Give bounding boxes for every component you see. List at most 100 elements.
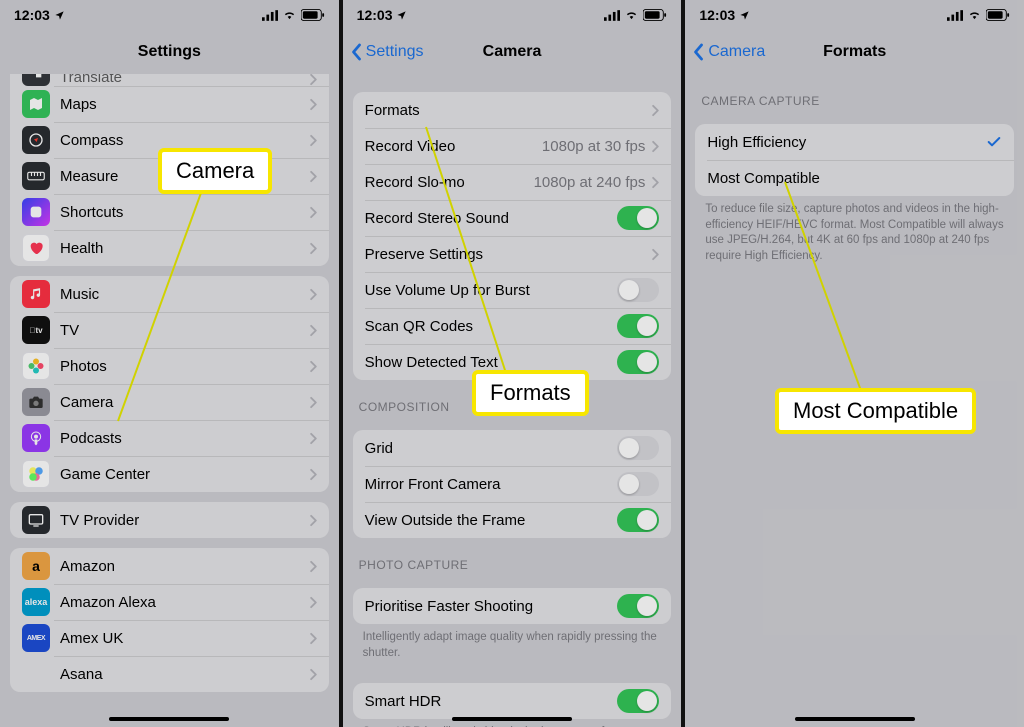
toggle[interactable]	[617, 436, 659, 460]
translate-icon	[22, 74, 50, 86]
row-label: Shortcuts	[60, 204, 309, 221]
home-indicator[interactable]	[109, 717, 229, 721]
chevron-right-icon	[309, 668, 317, 681]
format-option-high-efficiency[interactable]: High Efficiency	[695, 124, 1014, 160]
row-view-outside-the-frame[interactable]: View Outside the Frame	[353, 502, 672, 538]
toggle[interactable]	[617, 206, 659, 230]
row-show-detected-text[interactable]: Show Detected Text	[353, 344, 672, 380]
settings-row-compass[interactable]: Compass	[10, 122, 329, 158]
row-record-video[interactable]: Record Video1080p at 30 fps	[353, 128, 672, 164]
row-preserve-settings[interactable]: Preserve Settings	[353, 236, 672, 272]
settings-group: MusictvTV Photos CameraPodcastsGame Cente…	[10, 276, 329, 492]
row-mirror-front-camera[interactable]: Mirror Front Camera	[353, 466, 672, 502]
row-label: Use Volume Up for Burst	[365, 282, 618, 299]
row-record-slo-mo[interactable]: Record Slo-mo1080p at 240 fps	[353, 164, 672, 200]
row-label: Show Detected Text	[365, 354, 618, 371]
row-use-volume-up-for-burst[interactable]: Use Volume Up for Burst	[353, 272, 672, 308]
row-label: Amex UK	[60, 630, 309, 647]
settings-row-game-center[interactable]: Game Center	[10, 456, 329, 492]
row-grid[interactable]: Grid	[353, 430, 672, 466]
home-indicator[interactable]	[795, 717, 915, 721]
settings-row-podcasts[interactable]: Podcasts	[10, 420, 329, 456]
settings-row-asana[interactable]: Asana	[10, 656, 329, 692]
camera-settings-list[interactable]: FormatsRecord Video1080p at 30 fpsRecord…	[343, 92, 682, 727]
row-label: Compass	[60, 132, 309, 149]
toggle[interactable]	[617, 472, 659, 496]
toggle[interactable]	[617, 314, 659, 338]
chevron-right-icon	[651, 248, 659, 261]
status-time: 12:03	[14, 7, 50, 23]
settings-row-measure[interactable]: Measure	[10, 158, 329, 194]
row-label: Prioritise Faster Shooting	[365, 598, 618, 615]
settings-row-maps[interactable]: Maps	[10, 86, 329, 122]
row-record-stereo-sound[interactable]: Record Stereo Sound	[353, 200, 672, 236]
page-title: Settings	[0, 43, 339, 61]
section-footer: Intelligently adapt image quality when r…	[343, 624, 682, 665]
toggle[interactable]	[617, 594, 659, 618]
camera-group: Prioritise Faster Shooting	[353, 588, 672, 624]
chevron-right-icon	[309, 396, 317, 409]
row-label: Scan QR Codes	[365, 318, 618, 335]
row-value: 1080p at 30 fps	[542, 138, 645, 155]
chevron-right-icon	[651, 104, 659, 117]
row-label: Formats	[365, 102, 652, 119]
settings-row-photos[interactable]: Photos	[10, 348, 329, 384]
chevron-right-icon	[309, 134, 317, 147]
page-title: Camera	[343, 43, 682, 61]
row-label: Preserve Settings	[365, 246, 652, 263]
settings-row-translate[interactable]: Translate	[10, 74, 329, 86]
settings-row-health[interactable]: Health	[10, 230, 329, 266]
chevron-right-icon	[309, 170, 317, 183]
wifi-icon	[624, 10, 639, 21]
camera-icon	[22, 388, 50, 416]
chevron-right-icon	[309, 432, 317, 445]
settings-row-amazon-alexa[interactable]: alexa Amazon Alexa	[10, 584, 329, 620]
format-option-most-compatible[interactable]: Most Compatible	[695, 160, 1014, 196]
status-time: 12:03	[357, 7, 393, 23]
amazon-icon: a	[22, 552, 50, 580]
home-indicator[interactable]	[452, 717, 572, 721]
toggle[interactable]	[617, 689, 659, 713]
podcasts-icon	[22, 424, 50, 452]
navbar: Settings Camera	[343, 30, 682, 74]
settings-list[interactable]: TranslateMaps Compass Measure Shortcuts Heal…	[0, 74, 339, 692]
chevron-right-icon	[309, 74, 317, 86]
row-label: Record Video	[365, 138, 542, 155]
camera-group: Smart HDR	[353, 683, 672, 719]
settings-row-amazon[interactable]: aAmazon	[10, 548, 329, 584]
row-value: 1080p at 240 fps	[534, 174, 646, 191]
measure-icon	[22, 162, 50, 190]
row-label: Asana	[60, 666, 309, 683]
row-label: Record Slo-mo	[365, 174, 534, 191]
location-icon	[54, 10, 65, 21]
settings-row-tv[interactable]: tvTV	[10, 312, 329, 348]
settings-row-tv-provider[interactable]: TV Provider	[10, 502, 329, 538]
music-icon	[22, 280, 50, 308]
chevron-right-icon	[309, 468, 317, 481]
gc-icon	[22, 460, 50, 488]
row-formats[interactable]: Formats	[353, 92, 672, 128]
section-footer: To reduce file size, capture photos and …	[685, 196, 1024, 268]
row-label: Photos	[60, 358, 309, 375]
row-label: Amazon Alexa	[60, 594, 309, 611]
chevron-right-icon	[309, 242, 317, 255]
row-label: Mirror Front Camera	[365, 476, 618, 493]
cellular-icon	[947, 10, 963, 21]
row-label: Health	[60, 240, 309, 257]
settings-row-amex-uk[interactable]: AMEXAmex UK	[10, 620, 329, 656]
row-prioritise-faster-shooting[interactable]: Prioritise Faster Shooting	[353, 588, 672, 624]
alexa-icon: alexa	[22, 588, 50, 616]
navbar: Camera Formats	[685, 30, 1024, 74]
row-smart-hdr[interactable]: Smart HDR	[353, 683, 672, 719]
toggle[interactable]	[617, 508, 659, 532]
wifi-icon	[282, 10, 297, 21]
settings-row-camera[interactable]: Camera	[10, 384, 329, 420]
app-icon	[22, 660, 50, 688]
settings-row-shortcuts[interactable]: Shortcuts	[10, 194, 329, 230]
statusbar: 12:03	[343, 0, 682, 30]
toggle[interactable]	[617, 278, 659, 302]
settings-row-music[interactable]: Music	[10, 276, 329, 312]
toggle[interactable]	[617, 350, 659, 374]
row-scan-qr-codes[interactable]: Scan QR Codes	[353, 308, 672, 344]
row-label: Smart HDR	[365, 693, 618, 710]
